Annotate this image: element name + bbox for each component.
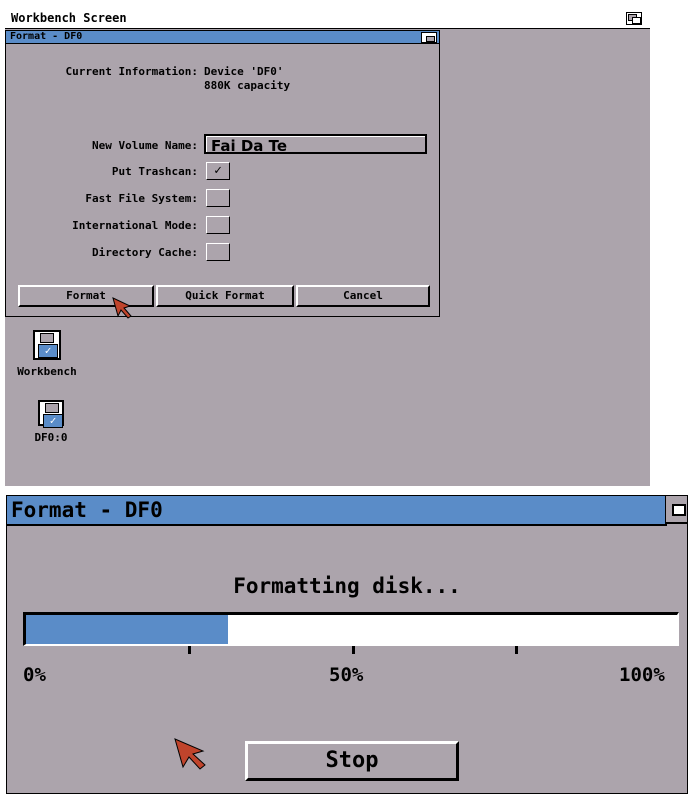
progress-window: Format - DF0 Formatting disk... 0% 50% 1… — [6, 495, 688, 794]
stop-button[interactable]: Stop — [245, 741, 459, 781]
floppy-disk-icon[interactable] — [33, 330, 61, 360]
mouse-pointer-icon — [174, 738, 206, 770]
cancel-button[interactable]: Cancel — [296, 285, 430, 307]
capacity-line: 880K capacity — [204, 79, 291, 92]
workbench-screen: Workbench Screen Format - DF0 Current In… — [5, 8, 650, 486]
status-text: Formatting disk... — [233, 574, 461, 598]
screen-title-bar[interactable]: Workbench Screen — [5, 8, 650, 29]
option-label: Directory Cache: — [92, 246, 198, 259]
floppy-disk-icon[interactable] — [38, 400, 64, 428]
progress-window-title: Format - DF0 — [11, 498, 163, 522]
screen-depth-icon[interactable] — [626, 12, 642, 25]
window-depth-icon[interactable] — [421, 32, 437, 43]
progress-tick — [188, 646, 191, 654]
progress-bar — [23, 612, 679, 646]
international-mode-checkbox[interactable] — [206, 216, 230, 234]
workbench-icon-label[interactable]: Workbench — [7, 365, 87, 378]
screen-title: Workbench Screen — [11, 11, 127, 25]
option-label: International Mode: — [72, 219, 198, 232]
scale-mid-label: 50% — [329, 664, 364, 686]
option-label: Put Trashcan: — [111, 165, 198, 178]
df0-icon-label[interactable]: DF0:0 — [11, 431, 91, 444]
progress-window-titlebar[interactable]: Format - DF0 — [7, 496, 667, 526]
scale-min-label: 0% — [23, 664, 46, 686]
device-line: Device 'DF0' — [204, 65, 284, 78]
format-window: Format - DF0 Current Information: Device… — [5, 30, 440, 319]
fast-file-system-checkbox[interactable] — [206, 189, 230, 207]
progress-tick — [352, 646, 355, 654]
quick-format-button[interactable]: Quick Format — [156, 285, 294, 307]
directory-cache-checkbox[interactable] — [206, 243, 230, 261]
current-info-label: Current Information: — [65, 65, 198, 78]
volume-name-label: New Volume Name: — [92, 139, 198, 152]
window-depth-icon[interactable] — [665, 496, 687, 524]
option-label: Fast File System: — [85, 192, 198, 205]
format-window-titlebar[interactable]: Format - DF0 — [6, 31, 439, 44]
scale-max-label: 100% — [619, 664, 665, 686]
progress-fill — [26, 615, 228, 644]
mouse-pointer-icon — [112, 297, 132, 319]
format-window-title: Format - DF0 — [10, 31, 83, 42]
progress-tick — [515, 646, 518, 654]
volume-name-field[interactable]: Fai Da Te — [204, 134, 427, 155]
put-trashcan-checkbox[interactable]: ✓ — [206, 162, 230, 180]
